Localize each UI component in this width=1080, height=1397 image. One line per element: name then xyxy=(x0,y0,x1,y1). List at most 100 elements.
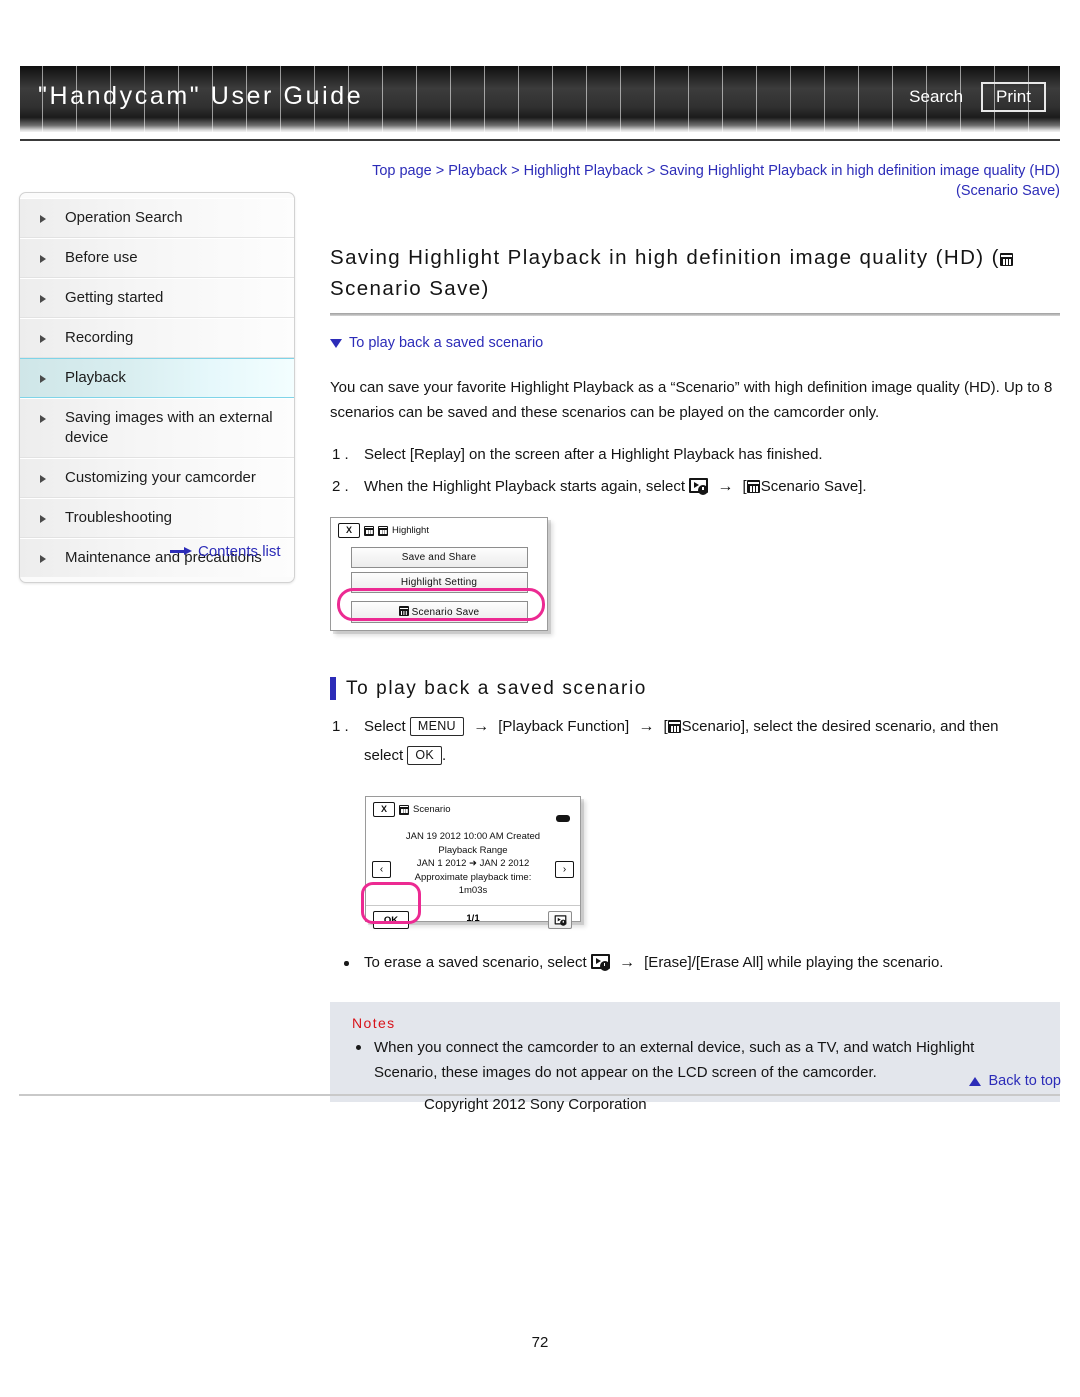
arrow-right-glyph: → xyxy=(638,718,655,735)
main-content: Saving Highlight Playback in high defini… xyxy=(330,242,1060,1102)
contents-list-label: Contents list xyxy=(198,543,281,560)
lcd-button-scenario-save-label: Scenario Save xyxy=(411,607,480,618)
chevron-right-icon xyxy=(40,215,56,223)
app-title: "Handycam" User Guide xyxy=(38,82,364,110)
sidebar-item-label: Troubleshooting xyxy=(65,509,173,526)
chevron-right-icon xyxy=(40,415,56,423)
playback-options-icon xyxy=(590,954,610,971)
sidebar-item-playback[interactable]: Playback xyxy=(20,358,294,398)
lcd-scenario-footer: OK 1/1 xyxy=(366,905,580,932)
sidebar-item-getting-started[interactable]: Getting started xyxy=(20,278,294,318)
period: . xyxy=(442,747,447,764)
menu-key-icon[interactable]: MENU xyxy=(409,717,464,736)
chevron-right-icon xyxy=(40,255,56,263)
erase-bullet-text-before: To erase a saved scenario, select xyxy=(364,954,587,971)
back-to-top-link[interactable]: Back to top xyxy=(969,1073,1061,1089)
playback-step-1: Select MENU → [Playback Function] → [Sce… xyxy=(330,712,1060,770)
close-icon[interactable]: X xyxy=(338,523,360,538)
step-2: When the Highlight Playback starts again… xyxy=(330,472,1060,501)
page-number: 72 xyxy=(531,1334,549,1351)
scenario-icon xyxy=(378,525,388,536)
playback-steps-list: Select MENU → [Playback Function] → [Sce… xyxy=(330,712,1060,770)
sidebar-item-troubleshooting[interactable]: Troubleshooting xyxy=(20,498,294,538)
chevron-right-icon xyxy=(40,375,56,383)
scenario-created-line: JAN 19 2012 10:00 AM Created xyxy=(405,831,541,842)
step-1: Select [Replay] on the screen after a Hi… xyxy=(330,440,1060,469)
sidebar-item-label: Getting started xyxy=(65,289,164,306)
sidebar-item-saving-images[interactable]: Saving images with an external device xyxy=(20,398,294,458)
select-label: Select xyxy=(364,718,406,735)
step-2-tail: Scenario Save]. xyxy=(760,478,867,495)
sidebar-item-customizing[interactable]: Customizing your camcorder xyxy=(20,458,294,498)
notes-title: Notes xyxy=(352,1015,396,1031)
scenario-range-label: Playback Range xyxy=(438,844,508,856)
lcd-screen-scenario: X Scenario ‹ › JAN 19 2012 10:00 AM Crea… xyxy=(361,796,581,929)
chevron-right-icon xyxy=(40,515,56,523)
erase-bullet-text-after: [Erase]/[Erase All] while playing the sc… xyxy=(644,954,944,971)
print-button[interactable]: Print xyxy=(981,82,1046,112)
steps-list: Select [Replay] on the screen after a Hi… xyxy=(330,440,1060,501)
lcd-scenario-info: JAN 19 2012 10:00 AM Created Playback Ra… xyxy=(366,819,580,898)
title-divider xyxy=(330,313,1060,316)
ok-key-icon[interactable]: OK xyxy=(407,746,443,765)
section-heading-play-back: To play back a saved scenario xyxy=(330,677,1060,700)
header-actions: Search Print xyxy=(905,82,1046,112)
lcd-button-highlight-setting[interactable]: Highlight Setting xyxy=(350,572,528,593)
options-button[interactable] xyxy=(548,911,572,929)
step-2-text: When the Highlight Playback starts again… xyxy=(364,478,685,495)
close-icon[interactable]: X xyxy=(373,802,395,817)
lcd-topbar: X Scenario xyxy=(366,797,580,822)
highlight-menu-figure: X Highlight Save and Share Highlight Set… xyxy=(330,517,1060,631)
scenario-icon xyxy=(667,720,681,733)
sidebar-item-operation-search[interactable]: Operation Search xyxy=(20,198,294,238)
chevron-right-icon xyxy=(40,295,56,303)
contents-list-link[interactable]: Contents list xyxy=(170,543,281,560)
scenario-icon xyxy=(999,253,1013,266)
app-header-banner: "Handycam" User Guide Search Print xyxy=(20,66,1060,132)
search-button[interactable]: Search xyxy=(905,84,967,110)
erase-bullet: To erase a saved scenario, select → [Era… xyxy=(330,950,1060,976)
arrow-right-icon xyxy=(170,547,192,556)
step-1-text: Select [Replay] on the screen after a Hi… xyxy=(364,446,823,463)
page-title-part2: Scenario Save) xyxy=(330,277,490,300)
scenario-icon xyxy=(746,480,760,493)
arrow-right-glyph: → xyxy=(473,718,490,735)
lcd-title: Highlight xyxy=(392,525,429,536)
jump-link-play-back-scenario[interactable]: To play back a saved scenario xyxy=(330,335,1060,351)
sidebar-item-label: Playback xyxy=(65,369,126,386)
page-title-part1: Saving Highlight Playback in high defini… xyxy=(330,246,1000,269)
sidebar-item-label: Saving images with an external device xyxy=(65,409,273,446)
notes-box: Notes When you connect the camcorder to … xyxy=(330,1002,1060,1102)
scenario-duration-label: Approximate playback time: xyxy=(414,871,532,883)
playback-options-icon xyxy=(554,914,566,926)
chevron-right-icon xyxy=(40,475,56,483)
triangle-down-icon xyxy=(330,338,342,348)
select2-label: select xyxy=(364,747,404,764)
back-to-top-label: Back to top xyxy=(988,1073,1061,1089)
scenario-detail-figure: X Scenario ‹ › JAN 19 2012 10:00 AM Crea… xyxy=(361,796,1060,929)
sidebar-item-before-use[interactable]: Before use xyxy=(20,238,294,278)
copyright-text: Copyright 2012 Sony Corporation xyxy=(424,1096,647,1113)
lcd-button-scenario-save[interactable]: Scenario Save xyxy=(350,601,528,623)
lcd-button-save-and-share[interactable]: Save and Share xyxy=(350,547,528,568)
lcd-title: Scenario xyxy=(413,804,451,815)
arrow-right-glyph: → xyxy=(618,954,635,971)
intro-paragraph: You can save your favorite Highlight Pla… xyxy=(330,379,1053,421)
sidebar-item-label: Before use xyxy=(65,249,138,266)
sidebar-item-label: Operation Search xyxy=(65,209,183,226)
jump-link-label: To play back a saved scenario xyxy=(349,335,544,351)
lcd-scenario-body: ‹ › JAN 19 2012 10:00 AM Created Playbac… xyxy=(366,817,580,905)
heading-accent-bar xyxy=(330,677,336,700)
prev-scenario-button[interactable]: ‹ xyxy=(372,861,391,878)
scenario-label: Scenario], select the desired scenario, … xyxy=(681,718,999,735)
sidebar-item-recording[interactable]: Recording xyxy=(20,318,294,358)
next-scenario-button[interactable]: › xyxy=(555,861,574,878)
playback-function-label: [Playback Function] xyxy=(498,718,630,735)
chevron-right-icon xyxy=(40,555,56,563)
breadcrumb[interactable]: Top page > Playback > Highlight Playback… xyxy=(330,161,1060,201)
notes-item: When you connect the camcorder to an ext… xyxy=(352,1035,1038,1085)
scenario-range-value: JAN 1 2012 ➜ JAN 2 2012 xyxy=(416,858,530,869)
chevron-right-icon xyxy=(40,335,56,343)
lcd-topbar: X Highlight xyxy=(331,518,547,538)
triangle-up-icon xyxy=(969,1076,982,1086)
